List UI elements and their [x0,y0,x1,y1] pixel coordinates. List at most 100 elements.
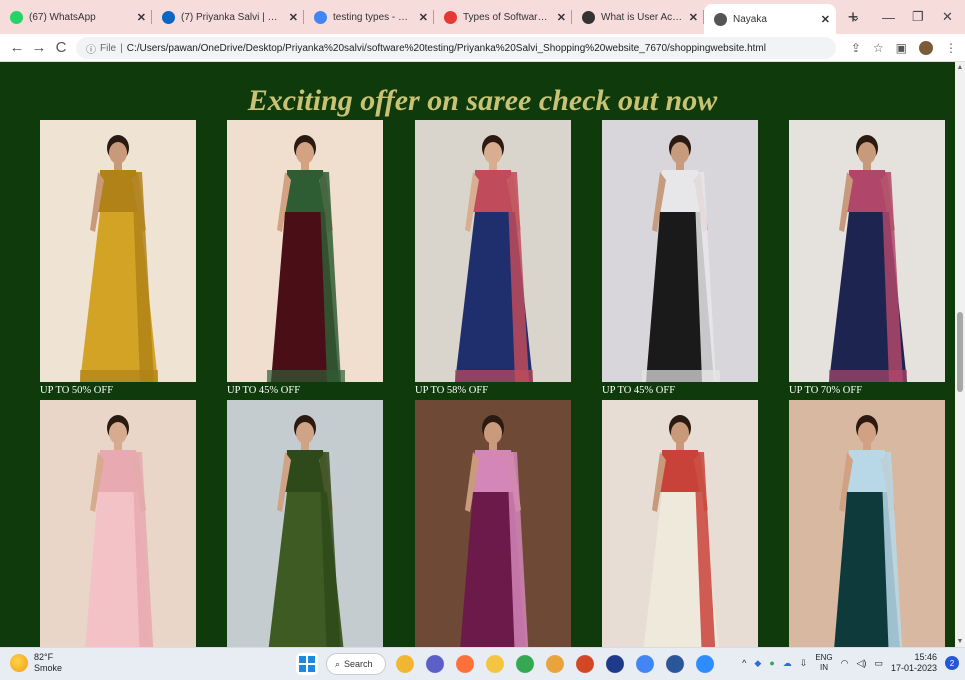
tray-cloud-icon[interactable]: ☁ [783,658,792,669]
show-hidden-icons-icon[interactable]: ^ [742,658,746,668]
weather-widget[interactable]: 82°F Smoke [10,652,62,674]
saree-product-image[interactable] [40,400,196,647]
tab-2[interactable]: testing types - Google Sear ✕ [304,0,434,34]
scroll-up-icon[interactable]: ▲ [955,64,965,71]
bookmark-star-icon[interactable]: ☆ [873,41,884,55]
chrome-icon[interactable] [514,653,536,675]
chrome-canary-icon[interactable] [544,653,566,675]
clock-time: 15:46 [914,652,937,662]
tab-4[interactable]: What is User Acceptance Te ✕ [572,0,704,34]
saree-product-image[interactable] [415,400,571,647]
saree-product-image[interactable] [40,120,196,382]
offer-label: UP TO 45% OFF [227,385,301,396]
saree-product-image[interactable] [415,120,571,382]
tab-0[interactable]: (67) WhatsApp ✕ [0,0,152,34]
tab-title: What is User Acceptance Te [601,11,683,23]
product-card[interactable]: UP TO 70% OFF [789,120,945,396]
notification-badge[interactable]: 2 [945,656,959,670]
windows-start-icon[interactable] [296,653,318,675]
close-tab-icon[interactable]: ✕ [557,11,566,24]
close-tab-icon[interactable]: ✕ [289,11,298,24]
saree-product-image[interactable] [227,120,383,382]
usb-icon[interactable]: ⇩ [800,658,808,669]
teams-icon[interactable] [424,653,446,675]
tab-title: Nayaka [733,13,767,25]
product-card[interactable] [40,400,196,647]
folder-icon[interactable] [484,653,506,675]
page-scrollbar[interactable]: ▲ ▼ [955,62,965,647]
offer-label: UP TO 50% OFF [40,385,114,396]
scrollbar-thumb[interactable] [957,312,963,392]
tray-app-icon[interactable]: ◆ [754,658,761,669]
close-tab-icon[interactable]: ✕ [821,13,830,26]
firefox-icon[interactable] [454,653,476,675]
product-card[interactable]: UP TO 45% OFF [227,120,383,396]
tab-search-icon[interactable]: ⌄ [850,0,861,34]
offer-label: UP TO 58% OFF [415,385,489,396]
close-window-button[interactable]: ✕ [942,0,953,34]
restore-button[interactable]: ❐ [912,0,924,34]
reload-icon[interactable]: C [50,39,72,56]
product-card[interactable]: UP TO 50% OFF [40,120,196,396]
profile-avatar[interactable] [919,41,933,55]
shopping-page: Exciting offer on saree check out now UP… [0,62,955,647]
weather-desc: Smoke [34,663,63,673]
share-icon[interactable]: ⇪ [851,41,861,55]
tab-title: testing types - Google Sear [333,11,413,23]
battery-icon[interactable]: ▭ [874,658,883,669]
browser-tab-strip: (67) WhatsApp✕(7) Priyanka Salvi | Linke… [0,0,965,34]
chrome-icon[interactable] [634,653,656,675]
saree-product-image[interactable] [789,400,945,647]
close-tab-icon[interactable]: ✕ [137,11,146,24]
forward-arrow-icon[interactable]: → [28,39,50,56]
language-indicator[interactable]: ENG IN [815,653,832,673]
scroll-down-icon[interactable]: ▼ [955,638,965,645]
tab-1[interactable]: (7) Priyanka Salvi | LinkedIn ✕ [152,0,304,34]
tab-list: (67) WhatsApp✕(7) Priyanka Salvi | Linke… [0,0,836,34]
product-card[interactable] [415,400,571,647]
region-code: IN [819,663,828,672]
back-arrow-icon[interactable]: ← [6,39,28,56]
testing-site-icon [444,10,457,24]
word-icon[interactable] [664,653,686,675]
saree-product-image[interactable] [602,120,758,382]
tray-chrome-icon[interactable]: ● [769,658,774,668]
tab-5[interactable]: Nayaka ✕ [704,4,836,34]
file-explorer-icon[interactable] [394,653,416,675]
offer-label: UP TO 70% OFF [789,385,863,396]
close-tab-icon[interactable]: ✕ [689,11,698,24]
powerpoint-icon[interactable] [574,653,596,675]
url-divider: | [120,42,123,54]
saree-product-image[interactable] [602,400,758,647]
product-card[interactable] [789,400,945,647]
toolbar-actions: ⇪ ☆ ▣ ⋮ [851,34,957,62]
extensions-icon[interactable]: ▣ [896,41,907,55]
app-icon[interactable] [604,653,626,675]
product-card[interactable]: UP TO 58% OFF [415,120,571,396]
weather-sun-icon [10,654,28,672]
offer-label: UP TO 45% OFF [602,385,676,396]
zoom-icon[interactable] [694,653,716,675]
close-tab-icon[interactable]: ✕ [419,11,428,24]
minimize-button[interactable]: — [882,0,895,34]
volume-icon[interactable]: ◁) [857,658,867,669]
saree-product-image[interactable] [227,400,383,647]
page-headline: Exciting offer on saree check out now [247,84,718,117]
clock-date: 17-01-2023 [890,663,937,673]
product-card[interactable] [227,400,383,647]
wifi-icon[interactable]: ◠ [841,658,849,669]
search-label: Search [344,659,373,669]
saree-product-image[interactable] [789,120,945,382]
taskbar-search[interactable]: ⌕ Search [326,653,386,675]
tab-3[interactable]: Types of Software Testing - ✕ [434,0,572,34]
info-icon[interactable]: ⓘ [86,41,96,56]
clock[interactable]: 15:46 17-01-2023 [891,652,937,674]
tab-title: (7) Priyanka Salvi | LinkedIn [181,11,283,23]
product-card[interactable]: UP TO 45% OFF [602,120,758,396]
search-icon: ⌕ [335,658,341,669]
taskbar-apps: ⌕ Search [296,653,716,675]
product-card[interactable] [602,400,758,647]
url-bar[interactable]: ⓘ File | C:/Users/pawan/OneDrive/Desktop… [76,37,836,59]
menu-kebab-icon[interactable]: ⋮ [945,41,957,55]
article-site-icon [582,10,595,24]
